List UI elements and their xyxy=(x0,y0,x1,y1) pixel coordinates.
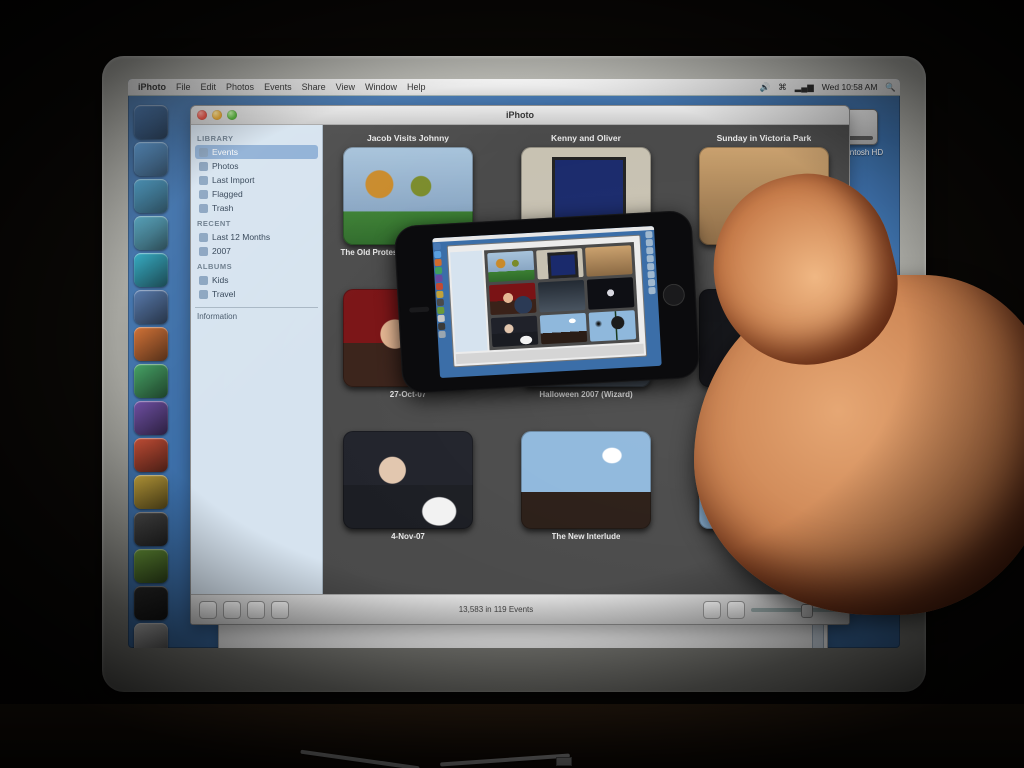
info-panel: Information xyxy=(195,307,318,367)
event-header: Sunday in Victoria Park xyxy=(717,133,812,144)
event-item[interactable]: 2-Nov-07 xyxy=(687,275,841,399)
event-item[interactable]: Sunday in Victoria Park xyxy=(687,133,841,257)
toolbar-button[interactable] xyxy=(199,601,217,619)
thumbnail-size-slider[interactable] xyxy=(751,608,841,612)
dock-app-icon[interactable] xyxy=(134,475,168,509)
dock-app-icon[interactable] xyxy=(134,401,168,435)
dock-app-icon[interactable] xyxy=(134,438,168,472)
menubar-app-name[interactable]: iPhoto xyxy=(138,82,166,92)
source-list-item[interactable]: Photos xyxy=(195,159,318,173)
iphone-device xyxy=(394,210,701,394)
event-caption: 2-Nov-07 xyxy=(747,390,781,399)
dock-app-icon[interactable] xyxy=(134,142,168,176)
window-title: iPhoto xyxy=(242,110,798,120)
dock-app-icon[interactable] xyxy=(134,586,168,620)
menubar-item[interactable]: Help xyxy=(407,82,426,92)
window-titlebar[interactable]: iPhoto xyxy=(191,106,849,125)
dock-app-icon[interactable] xyxy=(134,216,168,250)
source-list-item[interactable]: Events xyxy=(195,145,318,159)
event-item[interactable]: 6-Nov-07 xyxy=(687,417,841,541)
dock-app-icon[interactable] xyxy=(134,623,168,648)
dock-app-icon[interactable] xyxy=(134,512,168,546)
dock-app-icon[interactable] xyxy=(134,105,168,139)
source-list-item[interactable]: Last 12 Months xyxy=(195,230,318,244)
menubar-item[interactable]: Window xyxy=(365,82,397,92)
source-list-item[interactable]: Flagged xyxy=(195,187,318,201)
event-thumbnail[interactable] xyxy=(343,431,473,529)
menubar-item[interactable]: Edit xyxy=(201,82,217,92)
source-list[interactable]: LIBRARY EventsPhotosLast ImportFlaggedTr… xyxy=(191,125,323,594)
info-label: Information xyxy=(197,312,316,321)
minimize-button[interactable] xyxy=(212,110,222,120)
spotlight-icon[interactable]: 🔍 xyxy=(885,82,896,93)
event-caption: 6-Nov-07 xyxy=(747,532,781,541)
event-item[interactable]: 4-Nov-07 xyxy=(331,417,485,541)
menubar-item[interactable]: View xyxy=(336,82,355,92)
menubar-item[interactable]: File xyxy=(176,82,191,92)
toolbar-button[interactable] xyxy=(727,601,745,619)
dock-app-icon[interactable] xyxy=(134,253,168,287)
toolbar-button[interactable] xyxy=(271,601,289,619)
toolbar-button[interactable] xyxy=(247,601,265,619)
menubar-item[interactable]: Share xyxy=(302,82,326,92)
event-thumbnail[interactable] xyxy=(699,431,829,529)
event-thumbnail[interactable] xyxy=(521,431,651,529)
footer-status: 13,583 in 119 Events xyxy=(295,605,697,614)
source-header-library: LIBRARY xyxy=(197,134,316,143)
event-caption: Halloween 2007 (Wizard) xyxy=(539,390,632,399)
menubar-clock[interactable]: Wed 10:58 AM xyxy=(822,82,878,92)
zoom-button[interactable] xyxy=(227,110,237,120)
toolbar-button[interactable] xyxy=(703,601,721,619)
usb-plug xyxy=(556,757,572,766)
bluetooth-icon[interactable]: ⌘ xyxy=(778,82,787,93)
dock-app-icon[interactable] xyxy=(134,549,168,583)
close-button[interactable] xyxy=(197,110,207,120)
event-header: Jacob Visits Johnny xyxy=(367,133,449,144)
iphone-home-button[interactable] xyxy=(662,283,685,306)
dock[interactable] xyxy=(128,101,174,638)
source-list-item[interactable]: Last Import xyxy=(195,173,318,187)
iphone-speaker xyxy=(409,307,429,313)
event-thumbnail[interactable] xyxy=(699,147,829,245)
macos-menubar[interactable]: iPhoto File Edit Photos Events Share View Wind… xyxy=(128,79,900,96)
event-caption: 4-Nov-07 xyxy=(391,532,425,541)
source-header-albums: ALBUMS xyxy=(197,262,316,271)
source-list-item[interactable]: Kids xyxy=(195,273,318,287)
iphoto-bottom-toolbar[interactable]: 13,583 in 119 Events xyxy=(191,594,849,624)
source-list-item[interactable]: 2007 xyxy=(195,244,318,258)
toolbar-button[interactable] xyxy=(223,601,241,619)
event-item[interactable]: The New Interlude xyxy=(509,417,663,541)
source-list-item[interactable]: Trash xyxy=(195,201,318,215)
event-thumbnail[interactable] xyxy=(699,289,829,387)
event-header: Kenny and Oliver xyxy=(551,133,621,144)
volume-icon[interactable]: 🔊 xyxy=(760,82,771,93)
airport-icon[interactable]: ▂▄▆ xyxy=(795,82,814,93)
dock-app-icon[interactable] xyxy=(134,290,168,324)
menubar-item[interactable]: Photos xyxy=(226,82,254,92)
dock-app-icon[interactable] xyxy=(134,364,168,398)
iphone-screen xyxy=(432,226,661,378)
source-list-item[interactable]: Travel xyxy=(195,287,318,301)
dock-app-icon[interactable] xyxy=(134,327,168,361)
event-caption: The New Interlude xyxy=(552,532,621,541)
dock-app-icon[interactable] xyxy=(134,179,168,213)
menubar-item[interactable]: Events xyxy=(264,82,292,92)
source-header-recent: RECENT xyxy=(197,219,316,228)
